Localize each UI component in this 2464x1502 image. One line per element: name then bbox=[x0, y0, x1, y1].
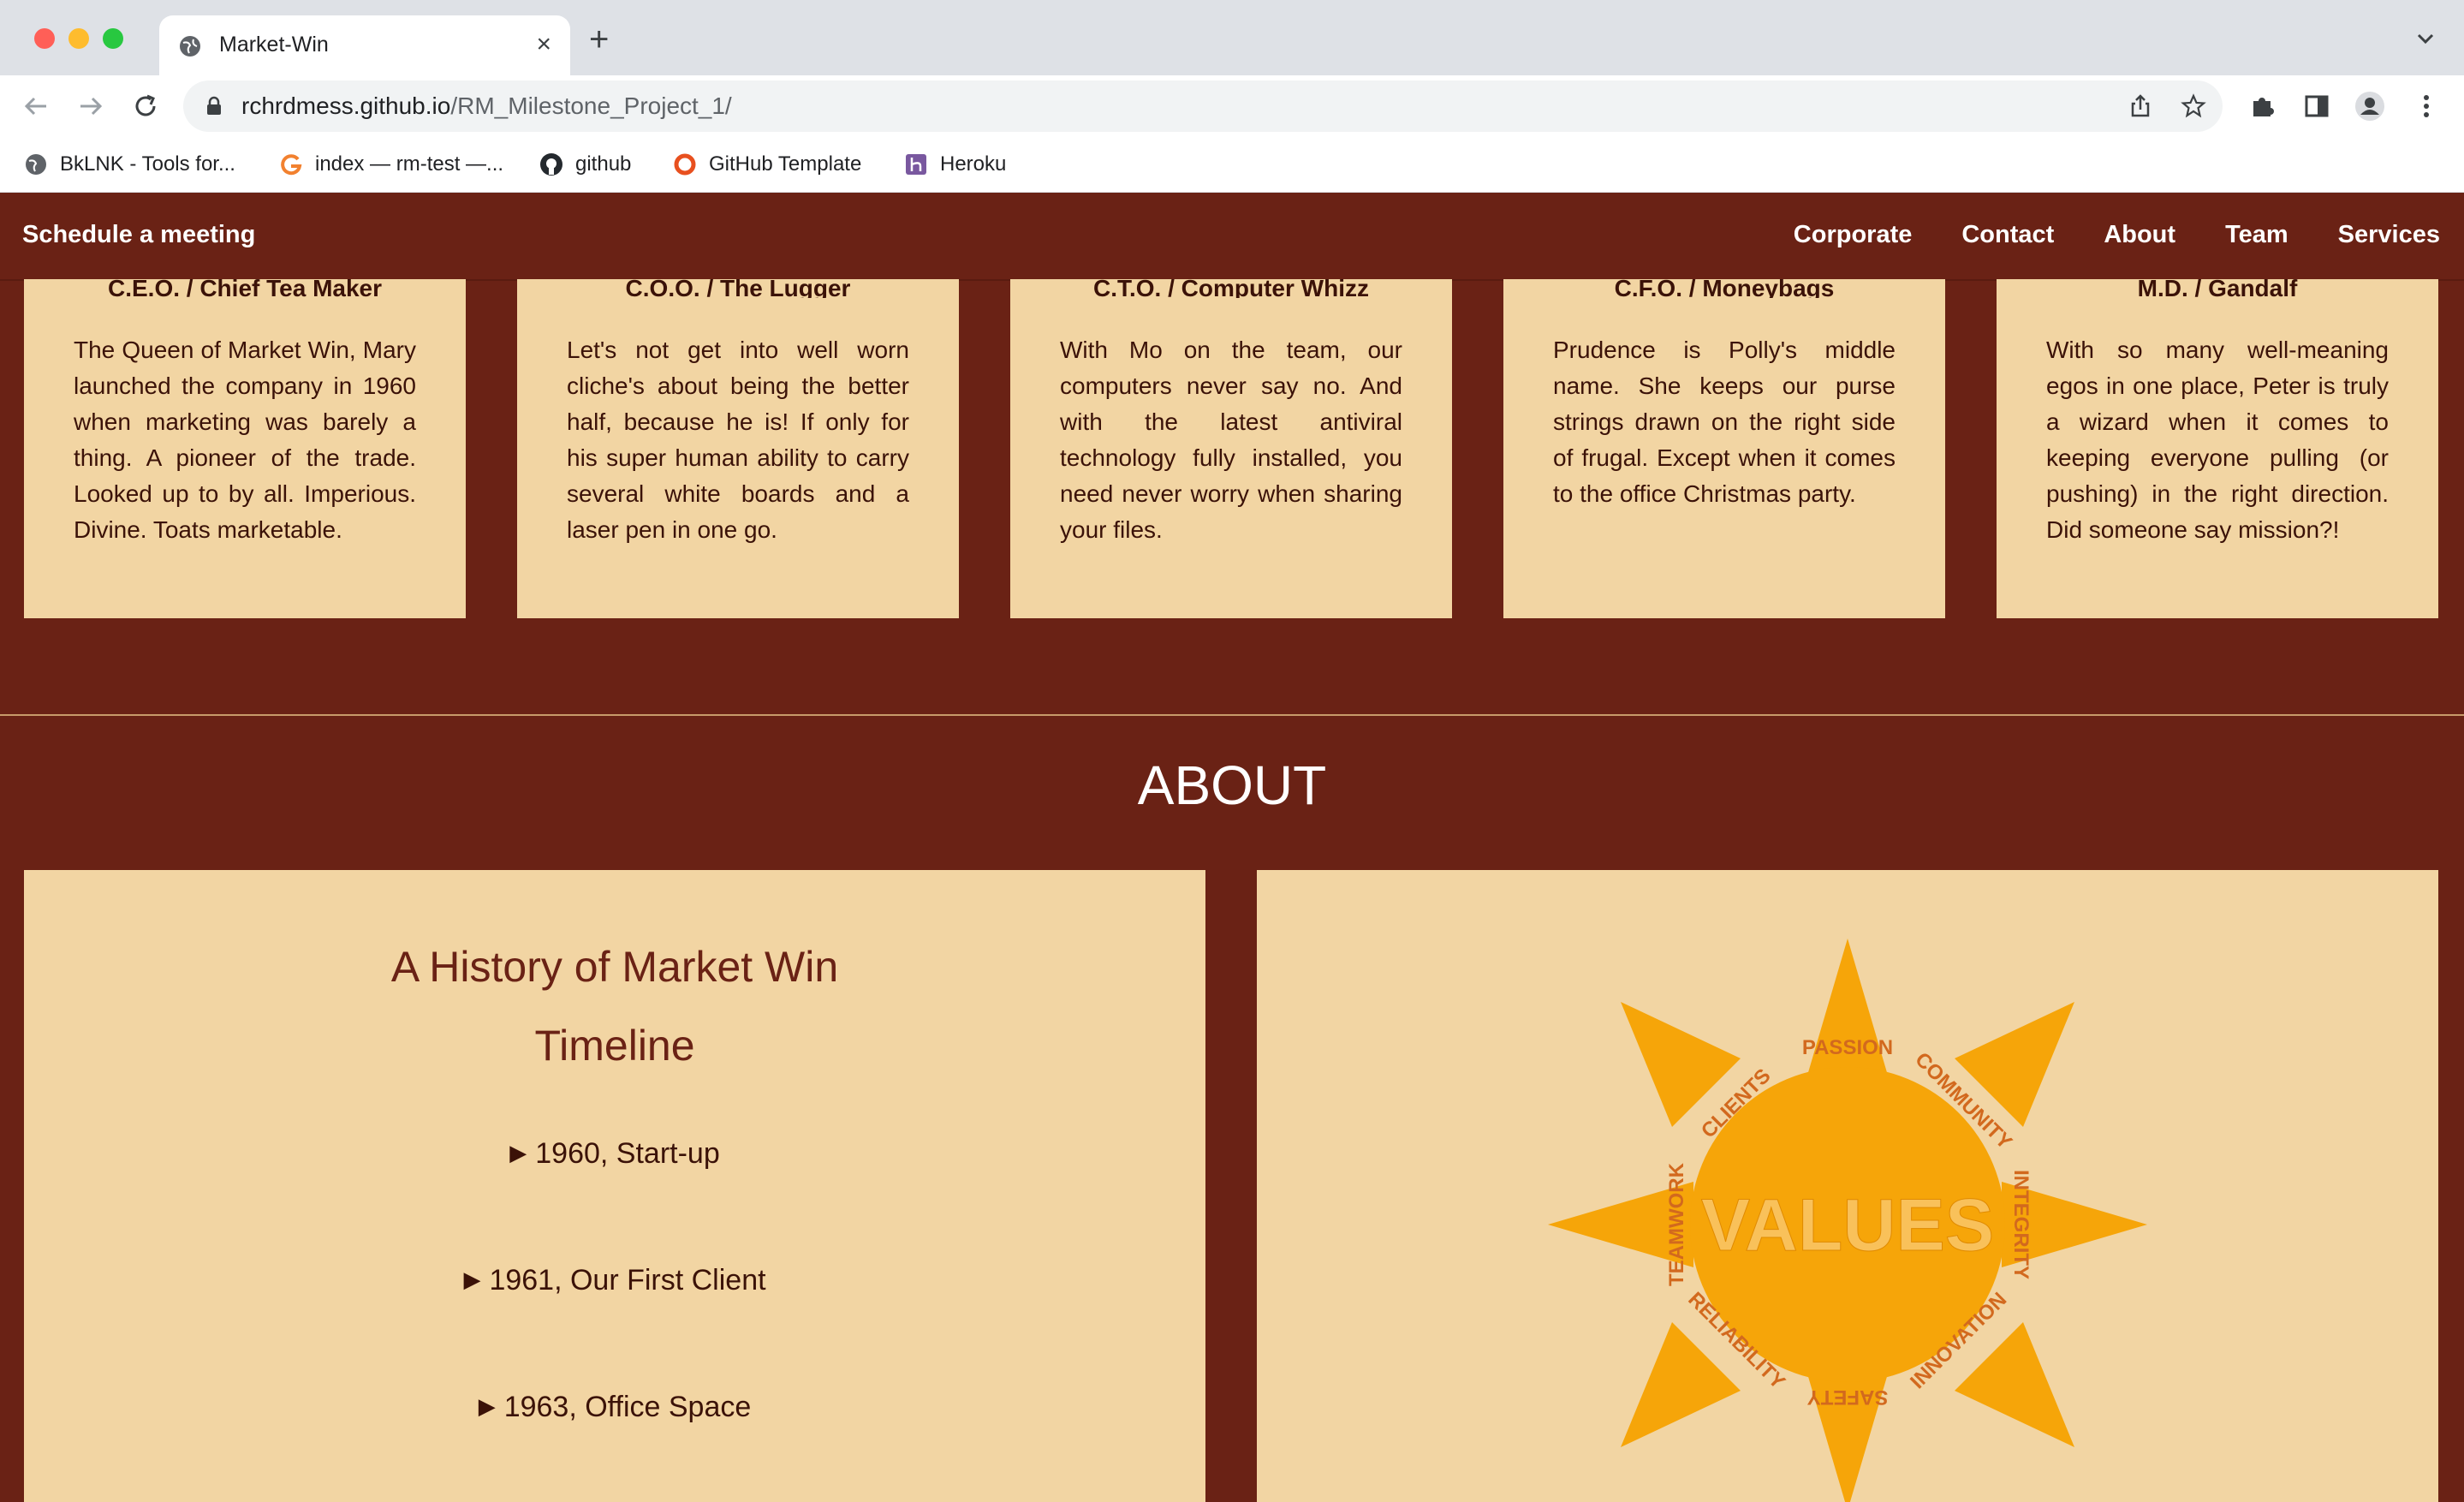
values-panel: VALUES PASSION COMMUNITY INTEGRITY INNOV… bbox=[1257, 870, 2438, 1502]
bookmark-label: index — rm-test —... bbox=[315, 152, 504, 176]
kebab-menu-icon[interactable] bbox=[2411, 91, 2442, 122]
close-icon[interactable]: × bbox=[536, 29, 551, 60]
forward-arrow-icon[interactable] bbox=[75, 91, 106, 122]
card-title: C.O.O. / The Lugger bbox=[625, 279, 851, 298]
share-icon[interactable] bbox=[2127, 92, 2154, 120]
card-title: C.E.O. / Chief Tea Maker bbox=[107, 279, 383, 298]
value-word: SAFETY bbox=[1807, 1386, 1889, 1409]
browser-toolbar: rchrdmess.github.io/RM_Milestone_Project… bbox=[0, 75, 2464, 137]
team-cards: C.E.O. / Chief Tea Maker The Queen of Ma… bbox=[0, 279, 2464, 620]
card-bio: With Mo on the team, our computers never… bbox=[1060, 337, 1402, 543]
disclosure-triangle-icon: ▶ bbox=[463, 1267, 481, 1292]
circle-o-icon bbox=[674, 153, 696, 176]
globe-icon bbox=[180, 36, 200, 57]
card-bio: Let's not get into well worn cliche's ab… bbox=[567, 337, 909, 543]
bookmark-github[interactable]: github bbox=[539, 147, 631, 182]
team-card-md: M.D. / Gandalf With so many well-meaning… bbox=[1997, 279, 2438, 618]
github-icon bbox=[540, 153, 562, 176]
value-word: TEAMWORK bbox=[1665, 1162, 1688, 1286]
chevron-down-icon[interactable] bbox=[2413, 26, 2438, 51]
nav-link-contact[interactable]: Contact bbox=[1961, 221, 2054, 249]
card-bio: Prudence is Polly's middle name. She kee… bbox=[1553, 337, 1896, 507]
bookmark-label: github bbox=[575, 152, 632, 176]
bookmarks-bar: BkLNK - Tools for... index — rm-test —..… bbox=[0, 137, 2464, 193]
tab-title: Market-Win bbox=[219, 33, 329, 57]
window-minimize-button[interactable] bbox=[68, 28, 89, 49]
heroku-icon bbox=[906, 154, 926, 175]
url-text: rchrdmess.github.io/RM_Milestone_Project… bbox=[241, 92, 732, 119]
value-word: PASSION bbox=[1802, 1036, 1893, 1059]
team-card-coo: C.O.O. / The Lugger Let's not get into w… bbox=[517, 279, 959, 618]
star-icon[interactable] bbox=[2180, 92, 2207, 120]
bookmark-heroku[interactable]: Heroku bbox=[904, 147, 1006, 182]
nav-link-team[interactable]: Team bbox=[2225, 221, 2288, 249]
section-divider bbox=[0, 714, 2464, 716]
globe-icon bbox=[26, 154, 46, 175]
bookmark-label: BkLNK - Tools for... bbox=[60, 152, 235, 176]
nav-links: Corporate Contact About Team Services bbox=[1744, 221, 2440, 249]
team-card-cto: C.T.O. / Computer Whizz With Mo on the t… bbox=[1010, 279, 1452, 618]
values-sun-image: VALUES PASSION COMMUNITY INTEGRITY INNOV… bbox=[1548, 939, 2147, 1502]
card-title: C.T.O. / Computer Whizz bbox=[1093, 279, 1369, 298]
history-title: A History of Market Win bbox=[390, 943, 839, 991]
browser-tab[interactable]: Market-Win × bbox=[159, 15, 570, 75]
browser-tab-bar: Market-Win × + bbox=[0, 0, 2464, 75]
timeline-item-1963[interactable]: ▶ 1963, Office Space bbox=[24, 1391, 1205, 1424]
profile-avatar-icon[interactable] bbox=[2354, 91, 2385, 122]
team-card-cfo: C.F.O. / Moneybags Prudence is Polly's m… bbox=[1503, 279, 1945, 618]
about-heading: ABOUT bbox=[1137, 754, 1327, 816]
address-bar[interactable]: rchrdmess.github.io/RM_Milestone_Project… bbox=[183, 80, 2223, 132]
nav-link-services[interactable]: Services bbox=[2338, 221, 2440, 249]
back-arrow-icon[interactable] bbox=[21, 91, 51, 122]
disclosure-triangle-icon: ▶ bbox=[509, 1140, 527, 1165]
card-bio: With so many well-meaning egos in one pl… bbox=[2046, 337, 2389, 543]
nav-link-about[interactable]: About bbox=[2104, 221, 2175, 249]
values-text: VALUES bbox=[1701, 1184, 1994, 1267]
lock-icon[interactable] bbox=[202, 94, 226, 118]
side-panel-icon[interactable] bbox=[2301, 91, 2332, 122]
card-title: M.D. / Gandalf bbox=[2137, 279, 2298, 298]
schedule-meeting-link[interactable]: Schedule a meeting bbox=[22, 221, 255, 249]
bookmark-label: Heroku bbox=[940, 152, 1007, 176]
codepen-g-icon bbox=[281, 154, 302, 176]
bookmark-label: GitHub Template bbox=[709, 152, 862, 176]
window-close-button[interactable] bbox=[34, 28, 55, 49]
new-tab-button[interactable]: + bbox=[589, 22, 609, 57]
window-zoom-button[interactable] bbox=[103, 28, 123, 49]
bookmark-index-rm-test[interactable]: index — rm-test —... bbox=[279, 147, 503, 182]
team-card-ceo: C.E.O. / Chief Tea Maker The Queen of Ma… bbox=[24, 279, 466, 618]
history-panel: A History of Market Win Timeline ▶ 1960, … bbox=[24, 870, 1205, 1502]
disclosure-triangle-icon: ▶ bbox=[478, 1393, 496, 1419]
puzzle-icon[interactable] bbox=[2247, 91, 2277, 122]
reload-icon[interactable] bbox=[130, 91, 161, 122]
site-navbar: Schedule a meeting Corporate Contact Abo… bbox=[0, 194, 2464, 281]
value-word: INTEGRITY bbox=[2009, 1170, 2033, 1279]
bookmark-bklnk[interactable]: BkLNK - Tools for... bbox=[24, 147, 235, 182]
card-title: C.F.O. / Moneybags bbox=[1614, 279, 1835, 298]
card-bio: The Queen of Market Win, Mary launched t… bbox=[74, 337, 416, 543]
timeline-title: Timeline bbox=[534, 1022, 695, 1070]
timeline-item-1961[interactable]: ▶ 1961, Our First Client bbox=[24, 1264, 1205, 1297]
nav-link-corporate[interactable]: Corporate bbox=[1794, 221, 1913, 249]
bookmark-github-template[interactable]: GitHub Template bbox=[673, 147, 861, 182]
timeline-item-1960[interactable]: ▶ 1960, Start-up bbox=[24, 1137, 1205, 1171]
